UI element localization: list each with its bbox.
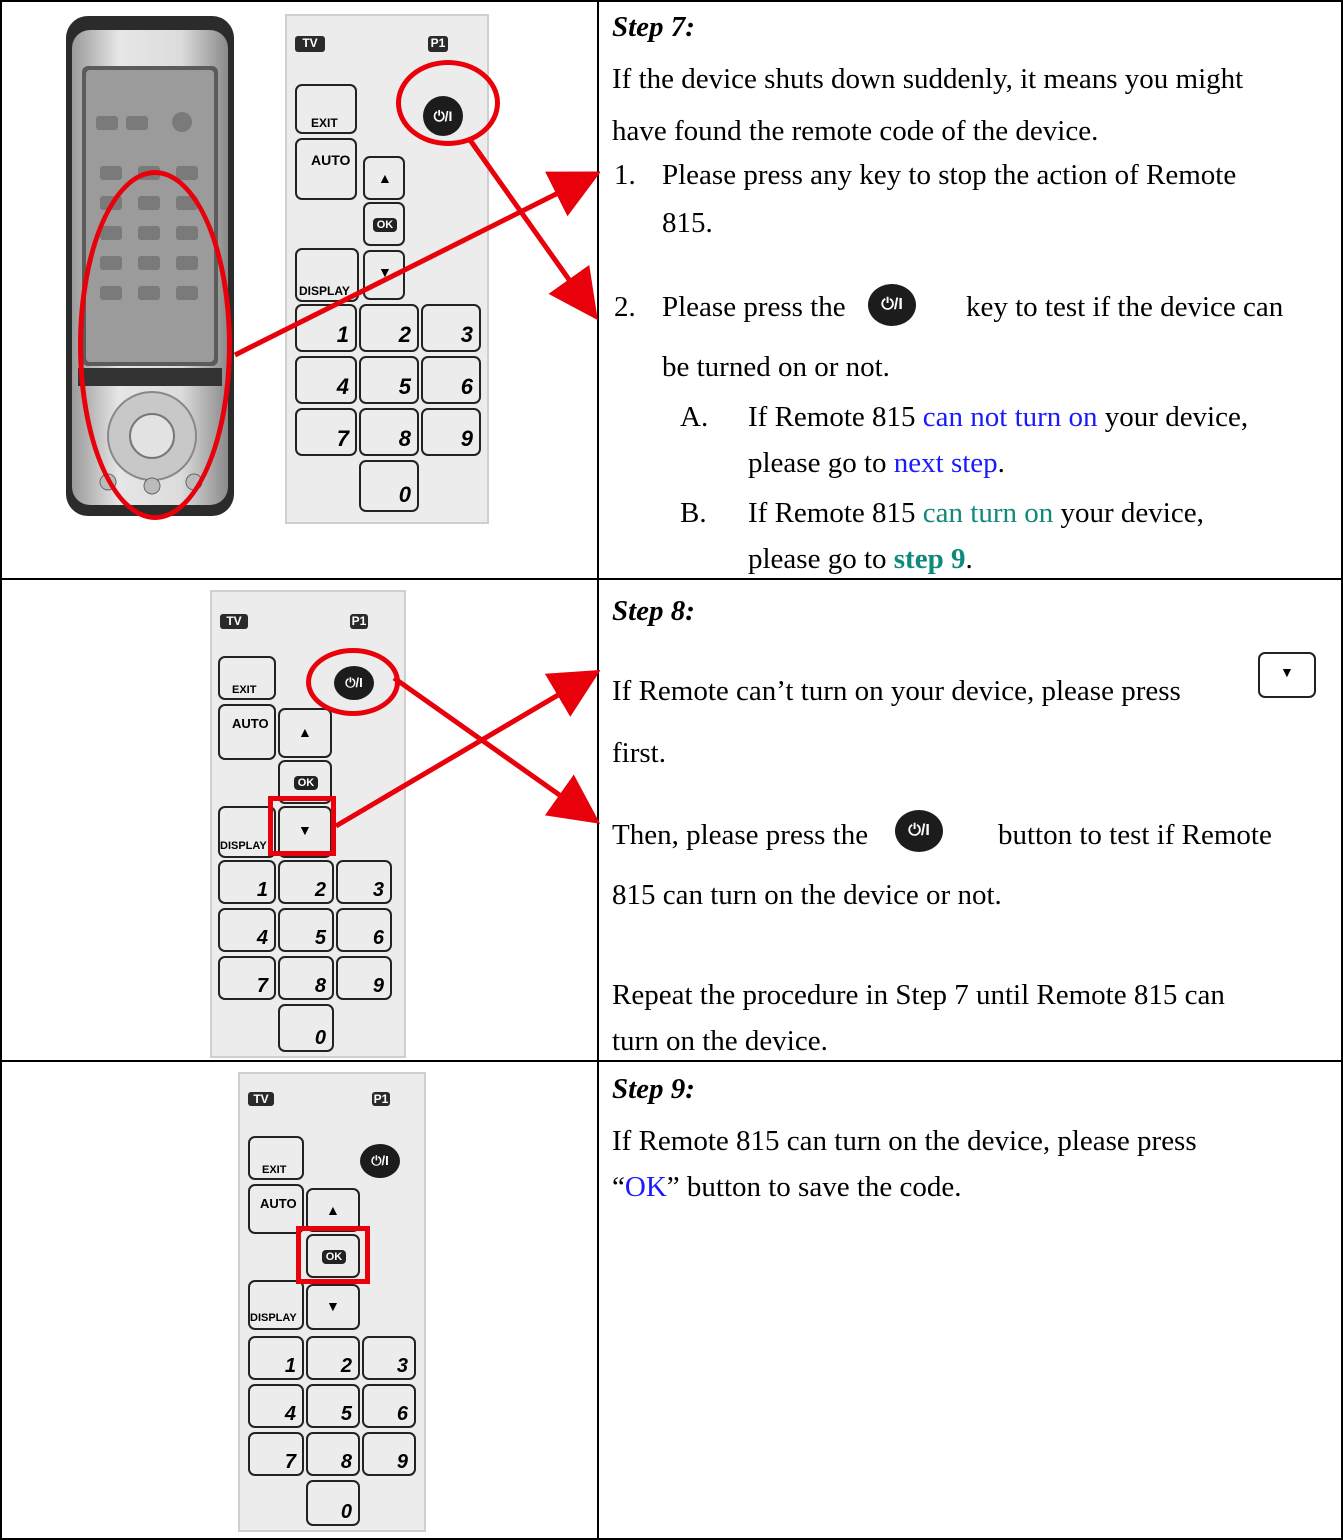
step7-item1-line1: Please press any key to stop the action …	[662, 159, 1237, 191]
p1-badge: P1	[372, 1092, 390, 1106]
step9-title: Step 9:	[612, 1073, 695, 1105]
down-key-icon: ▼	[1258, 652, 1316, 698]
step7-a-line2: please go to next step.	[748, 447, 1005, 479]
ok-highlight: OK	[624, 1171, 667, 1203]
step8-line3-pre: Then, please press the	[612, 819, 869, 851]
step7-a-highlight: can not turn on	[922, 401, 1098, 433]
step7-intro-2: have found the remote code of the device…	[612, 115, 1099, 147]
tv-badge: TV	[248, 1092, 274, 1106]
key-9[interactable]: 9	[362, 1432, 416, 1476]
highlight-arrows-step8	[334, 669, 600, 829]
key-8[interactable]: 8	[306, 1432, 360, 1476]
step7-item2-post: key to test if the device can	[966, 291, 1284, 323]
step7-item1-line2: 815.	[662, 207, 713, 239]
key-0[interactable]: 0	[306, 1480, 360, 1526]
power-key[interactable]: ⏻/I	[360, 1144, 400, 1178]
step9-line2: “OK” button to save the code.	[612, 1171, 962, 1203]
key-4[interactable]: 4	[248, 1384, 304, 1428]
step7-item2-number: 2.	[614, 291, 636, 323]
step7-title: Step 7:	[612, 11, 695, 43]
step8-line3-post: button to test if Remote	[998, 819, 1272, 851]
step7-item2-pre: Please press the	[662, 291, 846, 323]
step8-line2: first.	[612, 737, 666, 769]
remote-key-panel-step9: TV P1 EXIT ⏻/I AUTO ▲ OK DISPLAY ▼ 1 2 3…	[238, 1072, 426, 1532]
key-1[interactable]: 1	[248, 1336, 304, 1380]
step8-line6: turn on the device.	[612, 1025, 828, 1057]
step7-b-highlight: can turn on	[922, 497, 1054, 529]
step8-title: Step 8:	[612, 595, 695, 627]
step8-line4: 815 can turn on the device or not.	[612, 879, 1002, 911]
next-step-link[interactable]: next step	[894, 447, 998, 479]
key-5[interactable]: 5	[306, 1384, 360, 1428]
key-2[interactable]: 2	[306, 1336, 360, 1380]
step7-a-line1: If Remote 815 can not turn on your devic…	[748, 401, 1249, 433]
step8-line1: If Remote can’t turn on your device, ple…	[612, 675, 1181, 707]
highlight-arrows-step7	[233, 138, 600, 358]
step7-b-line1: If Remote 815 can turn on your device,	[748, 497, 1204, 529]
step8-line5: Repeat the procedure in Step 7 until Rem…	[612, 979, 1225, 1011]
display-key[interactable]: DISPLAY	[248, 1280, 304, 1330]
step7-a-label: A.	[680, 401, 709, 433]
key-6[interactable]: 6	[362, 1384, 416, 1428]
step7-intro-1: If the device shuts down suddenly, it me…	[612, 63, 1244, 95]
table-row-divider-2	[0, 1060, 1343, 1062]
key-3[interactable]: 3	[362, 1336, 416, 1380]
step7-item1-number: 1.	[614, 159, 636, 191]
power-icon: ⏻/I	[895, 810, 943, 852]
step7-b-line2: please go to step 9.	[748, 543, 973, 575]
power-icon: ⏻/I	[868, 284, 916, 326]
down-key[interactable]: ▼	[306, 1284, 360, 1330]
step9-line1: If Remote 815 can turn on the device, pl…	[612, 1125, 1197, 1157]
step7-b-label: B.	[680, 497, 707, 529]
exit-key[interactable]: EXIT	[248, 1136, 304, 1180]
key-7[interactable]: 7	[248, 1432, 304, 1476]
step7-item2-line2: be turned on or not.	[662, 351, 890, 383]
highlight-box-ok-key	[296, 1226, 370, 1284]
step-9-link[interactable]: step 9	[894, 543, 966, 575]
